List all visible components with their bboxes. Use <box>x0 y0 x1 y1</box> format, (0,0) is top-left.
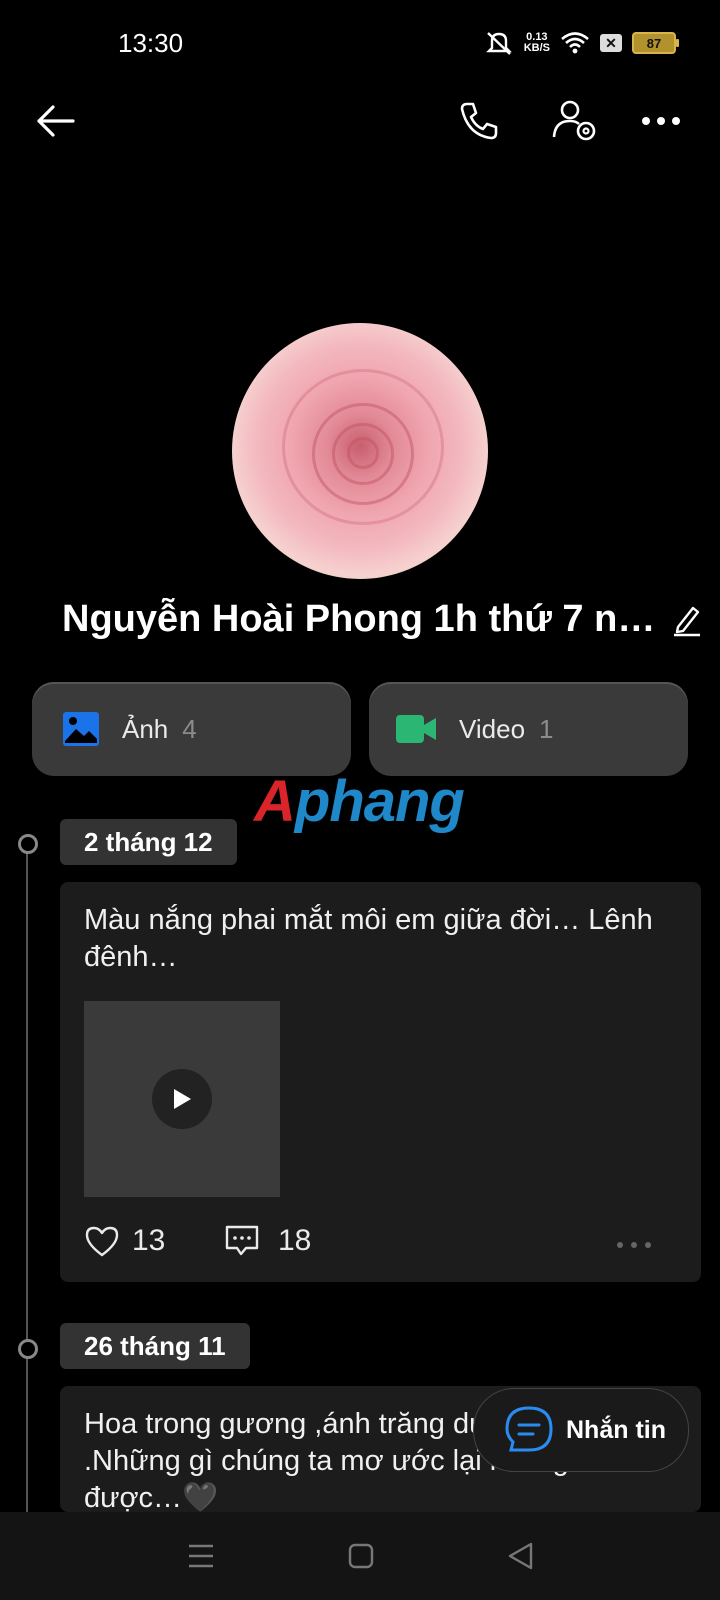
status-time: 13:30 <box>118 28 184 58</box>
call-button[interactable] <box>454 96 504 146</box>
timeline-dot <box>18 834 38 854</box>
play-button[interactable] <box>152 1069 212 1129</box>
date-chip: 2 tháng 12 <box>60 819 237 865</box>
profile-avatar[interactable] <box>232 323 488 579</box>
comment-button[interactable]: 18 <box>224 1224 311 1258</box>
timeline-dot <box>18 1339 38 1359</box>
watermark-part2: phang <box>294 769 465 834</box>
comment-count: 18 <box>278 1224 312 1257</box>
timeline-line <box>26 842 28 1512</box>
profile-name: Nguyễn Hoài Phong 1h thứ 7 ngày 27/11 <box>62 598 660 640</box>
post-card[interactable]: Màu nắng phai mắt môi em giữa đời… Lênh … <box>60 882 701 1282</box>
profile-name-row: Nguyễn Hoài Phong 1h thứ 7 ngày 27/11 <box>62 598 702 641</box>
phone-icon <box>460 102 498 140</box>
photo-icon <box>63 712 99 746</box>
videos-button[interactable]: Video 1 <box>369 682 688 776</box>
more-dots-icon <box>617 1242 651 1248</box>
post-more-button[interactable] <box>616 1236 652 1254</box>
system-nav-bar <box>0 1512 720 1600</box>
comment-icon <box>225 1225 259 1256</box>
back-arrow-icon <box>37 105 75 137</box>
network-speed-unit: KB/S <box>523 42 550 54</box>
mute-icon <box>485 32 512 55</box>
photos-count: 4 <box>182 713 197 744</box>
watermark-part1: A <box>254 769 296 834</box>
home-icon[interactable] <box>348 1543 374 1569</box>
date-chip: 26 tháng 11 <box>60 1323 250 1369</box>
watermark: Aphang <box>254 768 465 835</box>
message-button-label: Nhắn tin <box>566 1415 666 1444</box>
message-button[interactable]: Nhắn tin <box>473 1388 689 1472</box>
user-settings-icon <box>552 100 596 141</box>
video-thumbnail[interactable] <box>84 1001 280 1197</box>
menu-icon[interactable] <box>187 1543 215 1569</box>
back-button[interactable] <box>30 96 80 146</box>
more-icon <box>642 117 680 125</box>
contact-settings-button[interactable] <box>548 96 602 146</box>
videos-count: 1 <box>539 713 554 744</box>
wifi-icon <box>561 32 589 54</box>
video-camera-icon <box>396 715 436 743</box>
chat-icon <box>505 1406 553 1452</box>
more-button[interactable] <box>636 96 686 146</box>
edit-icon[interactable] <box>672 603 702 637</box>
play-icon <box>174 1089 191 1109</box>
like-count: 13 <box>132 1224 166 1257</box>
like-button[interactable]: 13 <box>84 1224 165 1258</box>
post-text: Màu nắng phai mắt môi em giữa đời… Lênh … <box>84 904 653 973</box>
photos-label: Ảnh <box>122 713 169 744</box>
x-icon: ✕ <box>600 34 622 52</box>
back-nav-icon[interactable] <box>507 1542 533 1570</box>
status-icons: 0.13 KB/S ✕ 87 <box>484 30 679 56</box>
photos-button[interactable]: Ảnh 4 <box>32 682 351 776</box>
heart-icon <box>85 1226 119 1257</box>
battery-icon: 87 <box>632 32 679 54</box>
network-speed: 0.13 KB/S <box>524 32 550 54</box>
videos-label: Video <box>459 713 526 744</box>
